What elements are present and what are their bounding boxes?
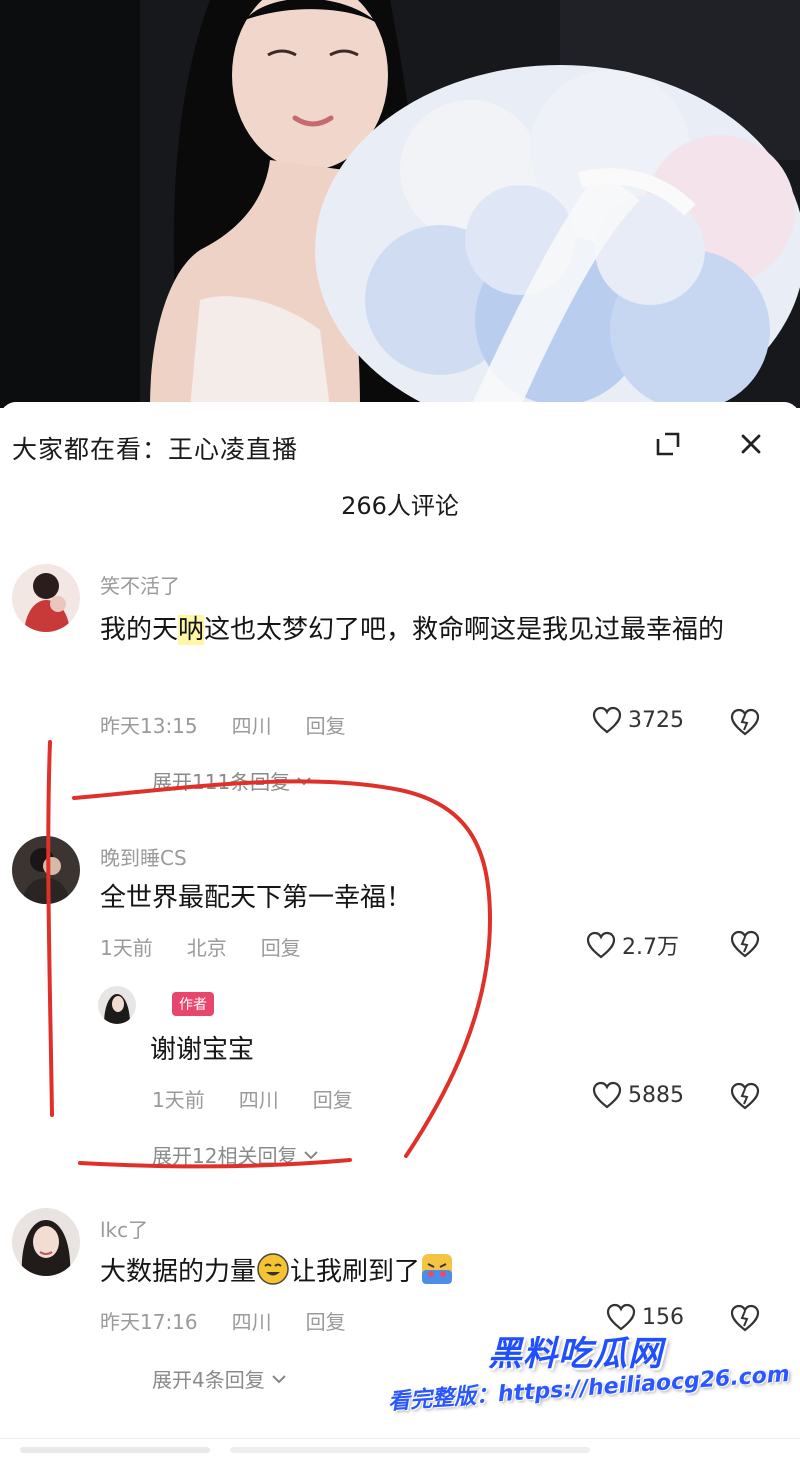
comment-text-part: 大数据的力量 [100,1257,257,1287]
comment-username[interactable]: 晚到睡CS [100,842,187,871]
comment-meta: 昨天13:15 四川 回复 [100,710,346,739]
expand-replies-button[interactable]: 展开12相关回复 [152,1140,319,1169]
author-avatar[interactable] [98,986,136,1024]
chevron-down-icon [297,776,311,785]
avatar[interactable] [12,564,80,632]
heart-icon [592,1081,622,1109]
comment-username[interactable]: lkc了 [100,1214,148,1243]
heart-icon [586,931,616,959]
expand-replies-label: 展开111条回复 [152,770,291,794]
reply-button[interactable]: 回复 [313,1084,353,1113]
expand-icon[interactable] [650,426,686,462]
reply-meta: 1天前 四川 回复 [152,1084,353,1113]
smile-emoji-icon [257,1253,289,1285]
comment-meta: 昨天17:16 四川 回复 [100,1306,346,1335]
author-badge: 作者 [172,992,214,1016]
comment-text: 大数据的力量 让我刷到了 [100,1248,760,1296]
comment-text-part: 这也太梦幻了吧，救命啊这是我见过最幸福的 [204,615,725,645]
reply-button[interactable]: 回复 [306,710,346,739]
like-button[interactable]: 3725 [592,706,684,734]
live-stream-photo[interactable] [0,0,800,408]
like-count: 5885 [628,1082,684,1108]
expand-replies-button[interactable]: 展开4条回复 [152,1364,287,1393]
reply-location: 四川 [238,1088,279,1112]
highlighted-text: 呐 [178,615,205,645]
avatar[interactable] [12,836,80,904]
expand-replies-label: 展开12相关回复 [152,1144,298,1168]
dislike-icon[interactable] [730,1082,760,1114]
comment-location: 四川 [231,1310,272,1334]
like-count: 3725 [628,707,684,733]
comment-time: 1天前 [100,936,153,960]
reply-time: 1天前 [152,1088,205,1112]
reply-text: 谢谢宝宝 [150,1035,255,1065]
woman-with-bouquet-image [0,0,800,408]
comment-location: 北京 [186,936,227,960]
heart-icon [592,706,622,734]
dislike-icon[interactable] [730,708,760,740]
input-toolbar [230,1447,590,1453]
reply-button[interactable]: 回复 [306,1306,346,1335]
comment-text-part: 我的天 [100,615,179,645]
dislike-icon[interactable] [730,1304,760,1336]
dislike-icon[interactable] [730,930,760,962]
comment-username[interactable]: 笑不活了 [100,570,180,599]
expand-replies-label: 展开4条回复 [152,1368,265,1392]
reply-button[interactable]: 回复 [261,932,301,961]
like-count: 2.7万 [622,935,679,960]
comment-text-part: 让我刷到了 [290,1257,421,1287]
comment-meta: 1天前 北京 回复 [100,932,301,961]
comment-count: 266人评论 [341,492,459,520]
expand-replies-button[interactable]: 展开111条回复 [152,766,312,795]
comment-text: 全世界最配天下第一幸福！ [100,883,413,913]
comment-location: 四川 [231,714,272,738]
sheet-title: 大家都在看：王心凌直播 [12,435,299,464]
comment-time: 昨天17:16 [100,1310,198,1334]
like-button[interactable]: 2.7万 [586,929,679,961]
comment-input-field[interactable] [20,1447,210,1453]
close-icon[interactable] [733,426,769,462]
avatar[interactable] [12,1208,80,1276]
chevron-down-icon [304,1150,319,1159]
tearful-emoji-icon [422,1254,453,1284]
comment-time: 昨天13:15 [100,714,198,738]
comment-text: 我的天呐这也太梦幻了吧，救命啊这是我见过最幸福的 [100,606,760,654]
comment-input-bar[interactable] [0,1438,800,1467]
like-button[interactable]: 5885 [592,1081,684,1109]
chevron-down-icon [272,1374,286,1383]
